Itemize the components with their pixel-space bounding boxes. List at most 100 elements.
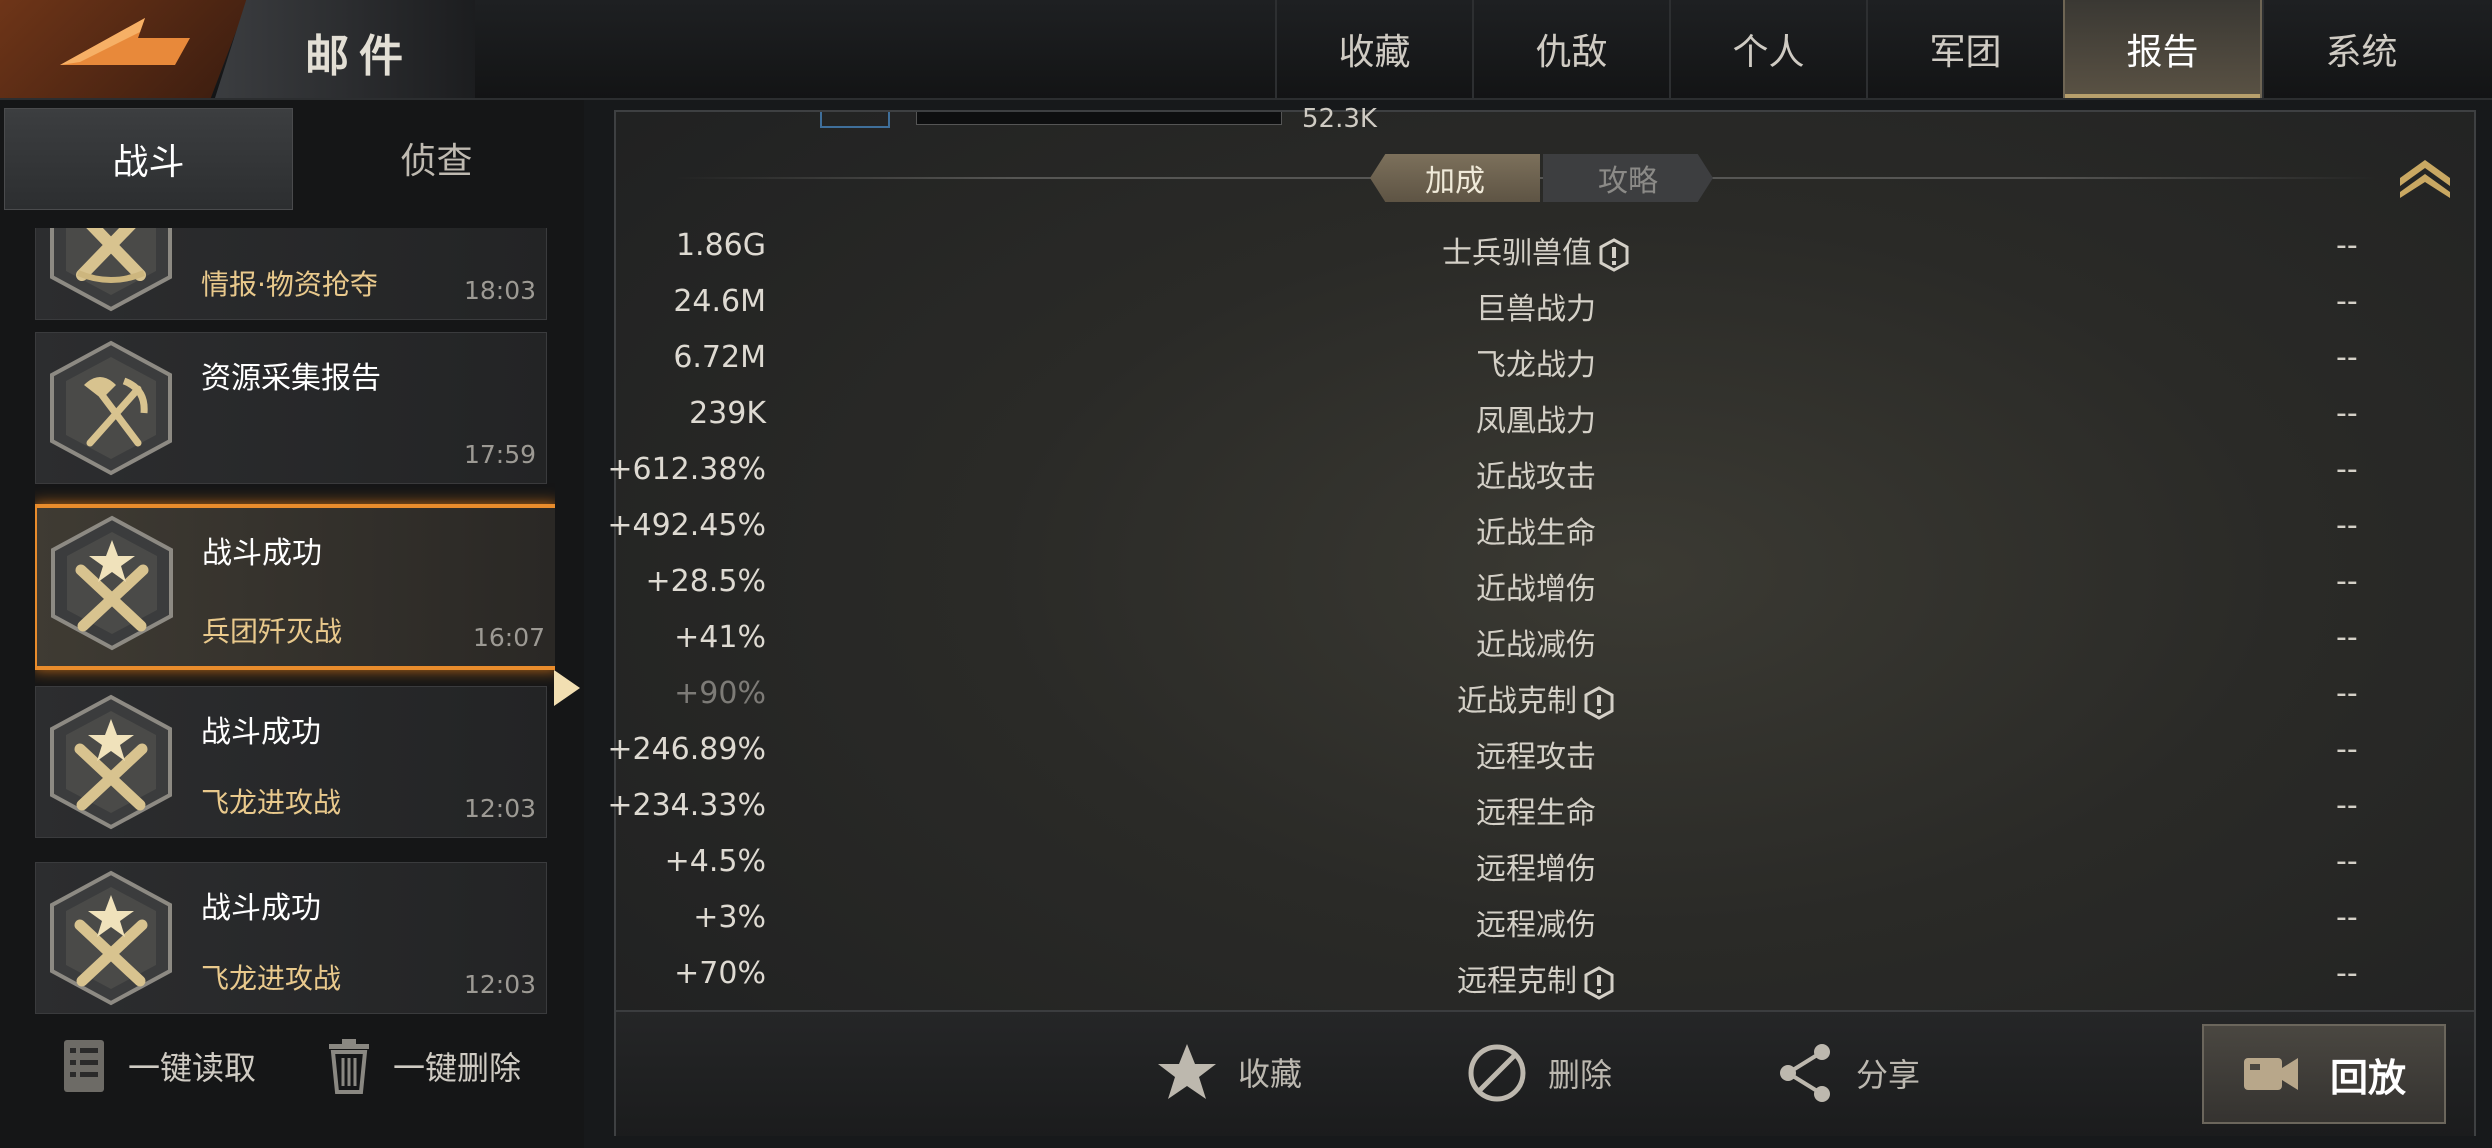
stat-label: 远程攻击: [1476, 740, 1596, 775]
mail-time: 12:03: [463, 970, 536, 999]
mail-title: 资源采集报告: [201, 361, 381, 396]
back-arrow-icon: [60, 18, 190, 65]
own-value: +4.5%: [664, 844, 766, 879]
own-value: +612.38%: [607, 452, 766, 487]
crossed-guns-badge-icon: [50, 228, 172, 312]
mail-time: 16:07: [472, 623, 545, 652]
tab-favorites[interactable]: 收藏: [1275, 0, 1472, 98]
replay-button[interactable]: 回放: [2202, 1024, 2446, 1124]
info-icon[interactable]: [1583, 685, 1615, 720]
stat-label: 远程克制: [1356, 956, 1716, 1000]
enemy-value: --: [2336, 620, 2358, 655]
own-value: +234.33%: [607, 788, 766, 823]
prohibited-icon: [1468, 1044, 1526, 1102]
read-all-button[interactable]: 一键读取: [60, 1038, 256, 1094]
own-value: +28.5%: [645, 564, 766, 599]
star-crossed-guns-badge-icon: [50, 694, 172, 830]
own-value: +492.45%: [607, 508, 766, 543]
mail-item[interactable]: 战斗成功 飞龙进攻战 12:03: [35, 686, 547, 838]
mail-item[interactable]: 战斗成功 飞龙进攻战 12:03: [35, 862, 547, 1014]
delete-all-label: 一键删除: [393, 1049, 522, 1087]
subtab-scout[interactable]: 侦查: [293, 108, 580, 208]
stat-label: 远程减伤: [1476, 908, 1596, 943]
stat-label: 远程增伤: [1476, 852, 1596, 887]
top-bar: 邮件 收藏 仇敌 个人 军团 报告 系统: [0, 0, 2492, 100]
delete-button[interactable]: 删除: [1466, 1042, 1612, 1104]
enemy-value: --: [2336, 900, 2358, 935]
info-icon[interactable]: [1583, 965, 1615, 1000]
own-value: +3%: [693, 900, 766, 935]
report-panel[interactable]: 52.3K 加成 攻略 1.86G 士兵驯兽值 -- 24.6M 巨兽战力 --…: [607, 104, 2476, 1136]
mail-subtitle: 飞龙进攻战: [201, 962, 342, 995]
collapse-button[interactable]: [2396, 156, 2454, 204]
stat-label: 近战减伤: [1476, 628, 1596, 663]
delete-label: 删除: [1548, 1056, 1613, 1094]
subtab-battle[interactable]: 战斗: [4, 108, 293, 210]
table-row: +246.89% 远程攻击 --: [607, 724, 2474, 780]
info-icon[interactable]: [1598, 237, 1630, 272]
stat-label: 远程生命: [1476, 796, 1596, 831]
selected-pointer-icon: [554, 670, 580, 706]
enemy-value: --: [2336, 564, 2358, 599]
document-list-icon: [64, 1040, 104, 1092]
share-icon: [1780, 1044, 1830, 1102]
own-value: +90%: [674, 676, 766, 711]
enemy-value: --: [2336, 508, 2358, 543]
mail-subtitle: 飞龙进攻战: [201, 786, 342, 819]
stat-label: 凤凰战力: [1476, 404, 1596, 439]
own-value: 24.6M: [673, 284, 766, 319]
mail-list-panel: 战斗 侦查 情报·物资抢夺 18:03 资源采集报告 17:59 战斗成功 兵团…: [0, 100, 584, 1148]
star-crossed-guns-badge-icon: [51, 515, 173, 651]
tab-legion[interactable]: 军团: [1866, 0, 2063, 98]
own-value: 239K: [689, 396, 766, 431]
favorite-label: 收藏: [1238, 1055, 1303, 1093]
back-button[interactable]: [0, 0, 248, 98]
trash-icon: [329, 1039, 369, 1094]
enemy-value: --: [2336, 396, 2358, 431]
segment-bonus[interactable]: 加成: [1370, 154, 1540, 202]
star-icon: [1158, 1044, 1216, 1099]
table-row: +4.5% 远程增伤 --: [616, 836, 2474, 892]
mail-item-selected[interactable]: 战斗成功 兵团歼灭战 16:07: [35, 504, 555, 670]
unit-icon-frame: [820, 112, 890, 128]
mail-subtitle: 兵团歼灭战: [202, 615, 343, 648]
subtab-bar: 战斗 侦查: [4, 108, 580, 210]
share-button[interactable]: 分享: [1776, 1042, 1920, 1104]
mail-item[interactable]: 资源采集报告 17:59: [35, 332, 547, 484]
shovel-pickaxe-badge-icon: [50, 340, 172, 476]
tab-system[interactable]: 系统: [2262, 0, 2459, 98]
segment-strategy[interactable]: 攻略: [1543, 154, 1713, 202]
table-row: +28.5% 近战增伤 --: [616, 556, 2474, 612]
enemy-value: --: [2336, 788, 2358, 823]
own-value: 6.72M: [673, 340, 766, 375]
table-row: 239K 凤凰战力 --: [616, 388, 2474, 444]
favorite-button[interactable]: 收藏: [1156, 1042, 1302, 1102]
action-bar: 收藏 删除 分享 回放: [616, 1010, 2474, 1136]
stat-label: 士兵驯兽值: [1356, 228, 1716, 272]
mail-time: 18:03: [463, 276, 536, 305]
mail-item[interactable]: 情报·物资抢夺 18:03: [35, 228, 547, 320]
enemy-value: --: [2336, 956, 2358, 991]
share-label: 分享: [1856, 1056, 1921, 1094]
own-value: +41%: [674, 620, 766, 655]
table-row: +234.33% 远程生命 --: [607, 780, 2474, 836]
enemy-value: --: [2336, 452, 2358, 487]
stat-label: 近战生命: [1476, 516, 1596, 551]
mail-title: 战斗成功: [202, 536, 322, 571]
delete-all-button[interactable]: 一键删除: [325, 1038, 521, 1094]
read-all-label: 一键读取: [128, 1049, 257, 1087]
page-title: 邮件: [305, 31, 413, 82]
mail-list[interactable]: 情报·物资抢夺 18:03 资源采集报告 17:59 战斗成功 兵团歼灭战 16…: [35, 228, 555, 1098]
tab-reports[interactable]: 报告: [2063, 0, 2262, 98]
own-value: 1.86G: [675, 228, 766, 263]
mail-time: 12:03: [463, 794, 536, 823]
tab-enemies[interactable]: 仇敌: [1472, 0, 1669, 98]
table-row: 1.86G 士兵驯兽值 --: [616, 220, 2474, 276]
mail-title: 战斗成功: [201, 891, 321, 926]
power-value: 52.3K: [1302, 104, 1377, 134]
mail-time: 17:59: [463, 440, 536, 469]
power-bar: [916, 112, 1282, 125]
tab-personal[interactable]: 个人: [1669, 0, 1866, 98]
enemy-value: --: [2336, 844, 2358, 879]
stat-label: 巨兽战力: [1476, 292, 1596, 327]
